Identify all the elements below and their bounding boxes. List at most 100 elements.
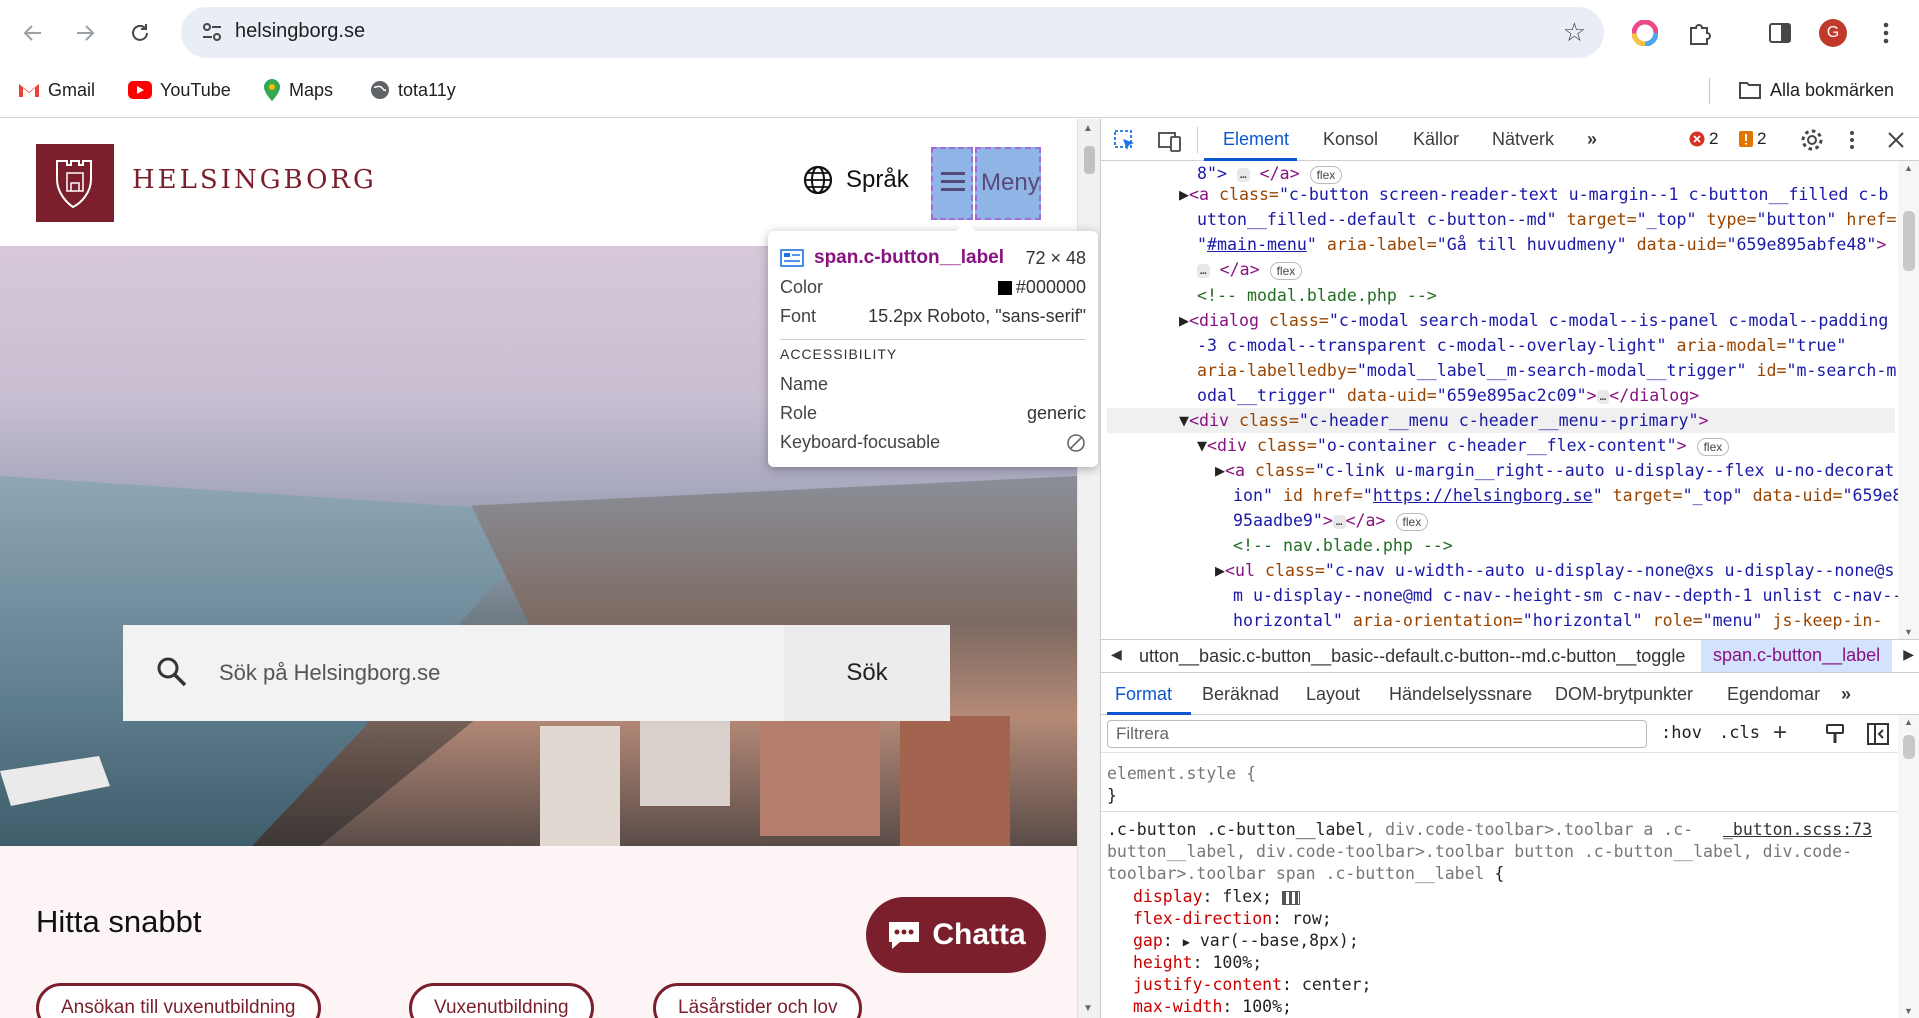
breadcrumb-right-icon[interactable]: ▶ [1897,646,1914,663]
scroll-down-icon[interactable]: ▼ [1904,627,1913,637]
more-tabs-icon[interactable]: » [1841,684,1851,705]
css-property[interactable]: gap: ▶ var(--base,8px); [1133,930,1359,954]
expand-arrow-icon[interactable]: ▶ [1179,311,1189,330]
bookmark-gmail[interactable]: Gmail [18,76,95,104]
css-property[interactable]: justify-content: center; [1133,974,1371,997]
dom-scrollbar[interactable]: ▲ ▼ [1898,161,1919,639]
back-icon[interactable] [15,15,51,51]
collapse-arrow-icon[interactable]: ▼ [1179,411,1189,430]
breadcrumb-current[interactable]: span.c-button__label [1701,640,1893,672]
warning-count[interactable]: 2 [1739,129,1766,149]
tab-dom-breakpoints[interactable]: DOM-brytpunkter [1555,684,1693,705]
address-bar[interactable]: helsingborg.se ☆ [181,7,1604,58]
dom-line[interactable]: aria-labelledby="modal__label__m-search-… [1197,358,1896,383]
menu-button[interactable]: Meny [931,147,1041,220]
flexbox-editor-icon[interactable] [1282,890,1301,905]
bookmark-youtube[interactable]: YouTube [128,76,231,104]
styles-scrollbar[interactable]: ▲ ▼ [1898,715,1919,1018]
hov-toggle[interactable]: :hov [1661,723,1702,743]
dom-line[interactable]: ▶<a class="c-link u-margin__right--auto … [1215,458,1894,483]
close-icon[interactable] [1887,131,1905,149]
devtools-kebab-icon[interactable] [1849,130,1855,150]
bookmark-star-icon[interactable]: ☆ [1563,17,1586,48]
dom-line[interactable]: utton__filled--default c-button--md" tar… [1197,207,1896,232]
scroll-up-icon[interactable]: ▲ [1904,163,1913,173]
dom-line[interactable]: "#main-menu" aria-label="Gå till huvudme… [1197,232,1886,257]
quick-link[interactable]: Vuxenutbildning [409,983,594,1018]
expand-arrow-icon[interactable]: ▶ [1215,561,1225,580]
dom-line[interactable]: ▶<dialog class="c-modal search-modal c-m… [1179,308,1888,333]
css-property[interactable]: max-width: 100%; [1133,996,1292,1018]
scroll-down-icon[interactable]: ▼ [1904,1006,1913,1016]
css-property[interactable]: display: flex; [1133,886,1301,909]
scroll-up-icon[interactable]: ▲ [1904,717,1913,727]
forward-icon[interactable] [67,15,103,51]
dom-comment[interactable]: <!-- modal.blade.php --> [1197,283,1437,308]
quick-link[interactable]: Ansökan till vuxenutbildning [36,983,321,1018]
paint-brush-icon[interactable] [1825,723,1845,745]
chat-button[interactable]: Chatta [866,897,1046,973]
tab-console[interactable]: Konsol [1323,129,1378,150]
dom-scroll-thumb[interactable] [1903,211,1915,271]
sidebar-toggle-icon[interactable] [1867,723,1889,745]
tab-sources[interactable]: Källor [1413,129,1459,150]
element-style-rule[interactable]: element.style { [1107,763,1256,786]
tab-properties[interactable]: Egendomar [1727,684,1820,705]
search-button[interactable]: Sök [784,625,950,721]
inspect-element-icon[interactable] [1113,129,1137,153]
kebab-menu-icon[interactable] [1868,15,1904,51]
site-settings-icon[interactable] [201,21,223,43]
profile-avatar[interactable]: G [1815,15,1851,51]
filter-input[interactable] [1107,720,1647,748]
expand-arrow-icon[interactable]: ▶ [1215,461,1225,480]
tab-elements[interactable]: Element [1223,129,1289,150]
side-panel-icon[interactable] [1762,15,1798,51]
logo-text[interactable]: HELSINGBORG [132,165,377,195]
dom-line[interactable]: odal__trigger" data-uid="659e895ac2c09">… [1197,383,1699,408]
cls-toggle[interactable]: .cls [1719,723,1760,743]
error-count[interactable]: 2 [1689,129,1718,149]
extensions-puzzle-icon[interactable] [1682,15,1718,51]
url-text[interactable]: helsingborg.se [235,20,365,43]
bookmark-maps[interactable]: Maps [263,76,333,104]
quick-link[interactable]: Läsårstider och lov [653,983,863,1018]
site-scroll-thumb[interactable] [1084,146,1095,174]
all-bookmarks[interactable]: Alla bokmärken [1738,76,1894,104]
dom-line[interactable]: horizontal" aria-orientation="horizontal… [1233,608,1882,633]
search-input[interactable] [219,653,779,693]
expand-arrow-icon[interactable]: ▶ [1179,185,1189,204]
dom-line[interactable]: ▼<div class="o-container c-header__flex-… [1197,433,1730,458]
helsingborg-logo[interactable] [36,144,114,222]
dom-line[interactable]: ion" id href="https://helsingborg.se" ta… [1233,483,1901,508]
tab-network[interactable]: Nätverk [1492,129,1554,150]
dom-comment[interactable]: <!-- nav.blade.php --> [1233,533,1453,558]
collapse-arrow-icon[interactable]: ▼ [1197,436,1207,455]
more-tabs-icon[interactable]: » [1587,129,1597,150]
breadcrumb-item[interactable]: utton__basic.c-button__basic--default.c-… [1139,646,1685,667]
reload-icon[interactable] [122,15,158,51]
tab-styles[interactable]: Format [1115,684,1172,705]
css-property[interactable]: flex-direction: row; [1133,908,1332,931]
tab-event-listeners[interactable]: Händelselyssnare [1389,684,1532,705]
dom-line[interactable]: -3 c-modal--transparent c-modal--overlay… [1197,333,1846,358]
dom-line[interactable]: ▶<a class="c-button screen-reader-text u… [1179,182,1888,207]
styles-scroll-thumb[interactable] [1903,735,1915,759]
rule-source-link[interactable]: _button.scss:73 [1723,819,1872,842]
device-toggle-icon[interactable] [1157,129,1183,153]
add-rule-icon[interactable]: + [1773,719,1787,747]
dom-line[interactable]: 95aadbe9">… </a> flex [1233,508,1429,533]
css-property[interactable]: height: 100%; [1133,952,1262,975]
tab-layout[interactable]: Layout [1306,684,1360,705]
scroll-down-icon[interactable]: ▼ [1083,1003,1093,1014]
rule-selector[interactable]: .c-button .c-button__label, div.code-too… [1107,819,1693,842]
language-button[interactable]: Språk [802,164,909,196]
scroll-up-icon[interactable]: ▲ [1083,123,1093,134]
rule-selector[interactable]: toolbar>.toolbar span .c-button__label { [1107,863,1504,886]
color-extension-icon[interactable] [1627,15,1663,51]
settings-gear-icon[interactable] [1800,128,1824,152]
tab-computed[interactable]: Beräknad [1202,684,1279,705]
rule-selector[interactable]: button__label, div.code-toolbar>.toolbar… [1107,841,1852,864]
dom-line-selected-parent[interactable]: ▼<div class="c-header__menu c-header__me… [1107,408,1895,433]
dom-line[interactable]: ▶<ul class="c-nav u-width--auto u-displa… [1215,558,1894,583]
bookmark-tota11y[interactable]: tota11y [370,76,456,104]
